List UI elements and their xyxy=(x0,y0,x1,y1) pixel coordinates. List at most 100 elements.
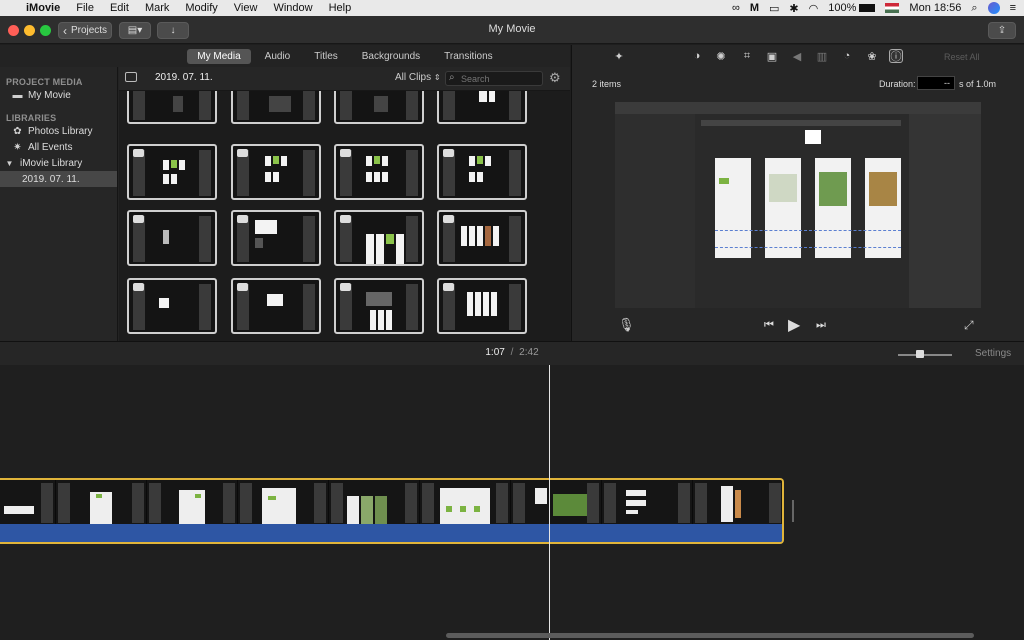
tab-backgrounds[interactable]: Backgrounds xyxy=(352,49,430,64)
menu-mark[interactable]: Mark xyxy=(137,2,177,14)
menu-window[interactable]: Window xyxy=(265,2,320,14)
menu-clock[interactable]: Mon 18:56 xyxy=(909,2,961,14)
skip-forward-icon[interactable]: ⏭ xyxy=(816,319,826,332)
equalizer-icon[interactable]: ▥ xyxy=(815,49,829,63)
battery-status[interactable]: 100% xyxy=(828,2,876,14)
minimize-window-button[interactable] xyxy=(24,25,35,36)
window-toolbar: ‹ Projects ▤▾ ↓ My Movie ⇪ xyxy=(0,16,1024,44)
siri-icon[interactable] xyxy=(987,2,1000,14)
sidebar-item-event-2019-07-11[interactable]: 2019. 07. 11. xyxy=(0,171,117,187)
sidebar-item-label: Photos Library xyxy=(28,125,93,137)
fullscreen-icon[interactable]: ⤢ xyxy=(964,318,974,333)
video-clip[interactable] xyxy=(0,478,784,544)
spotlight-icon[interactable]: ⌕ xyxy=(971,2,977,15)
media-thumbnail[interactable] xyxy=(437,144,527,200)
sidebar-item-all-events[interactable]: ✷ All Events xyxy=(0,139,117,155)
audio-waveform-track[interactable] xyxy=(0,524,782,542)
search-field[interactable]: ⌕ xyxy=(445,71,543,86)
voiceover-mic-icon[interactable]: 🎙 xyxy=(618,317,635,333)
libraries-header: LIBRARIES xyxy=(6,113,57,123)
zoom-window-button[interactable] xyxy=(40,25,51,36)
media-thumbnail[interactable] xyxy=(231,91,321,124)
tab-audio[interactable]: Audio xyxy=(255,49,301,64)
sidebar-item-label: iMovie Library xyxy=(20,157,83,169)
menu-help[interactable]: Help xyxy=(321,2,360,14)
tab-titles[interactable]: Titles xyxy=(304,49,348,64)
filters-icon[interactable]: ❀ xyxy=(865,49,879,63)
notification-center-icon[interactable]: ≡ xyxy=(1010,2,1016,14)
viewer-panel: ✦ ◑ ✺ ⌗ ▣ ◀ ▥ ◔ ❀ ⓘ Reset All 2 items Du… xyxy=(571,45,1024,341)
reset-all-button[interactable]: Reset All xyxy=(944,52,980,62)
menu-modify[interactable]: Modify xyxy=(177,2,225,14)
sidebar-item-my-movie[interactable]: ▬ My Movie xyxy=(0,87,117,103)
media-thumbnail[interactable] xyxy=(334,91,424,124)
settings-gear-icon[interactable]: ⚙ xyxy=(549,70,561,86)
media-import-button[interactable]: ▤▾ xyxy=(119,22,151,39)
magic-wand-icon[interactable]: ✦ xyxy=(612,49,626,63)
bluetooth-icon[interactable]: ✱ xyxy=(789,2,798,15)
media-thumbnail[interactable] xyxy=(231,144,321,200)
playhead[interactable] xyxy=(549,365,550,640)
zoom-slider-knob[interactable] xyxy=(916,350,924,358)
media-thumbnail[interactable] xyxy=(437,210,527,266)
photos-icon: ✿ xyxy=(13,125,22,137)
adjustment-toolbar: ✦ ◑ ✺ ⌗ ▣ ◀ ▥ ◔ ❀ ⓘ Reset All xyxy=(572,45,1024,67)
zoom-slider[interactable] xyxy=(898,350,952,358)
media-thumbnail[interactable] xyxy=(231,278,321,334)
video-preview xyxy=(615,102,981,308)
media-thumbnail[interactable] xyxy=(127,144,217,200)
play-icon[interactable]: ▶ xyxy=(788,315,800,335)
creative-cloud-icon[interactable]: ∞ xyxy=(732,2,740,14)
media-thumbnail[interactable] xyxy=(231,210,321,266)
tab-my-media[interactable]: My Media xyxy=(187,48,251,64)
media-thumbnail[interactable] xyxy=(437,278,527,334)
airplay-icon[interactable]: ▭ xyxy=(769,2,779,15)
star-icon: ✷ xyxy=(13,141,22,153)
media-thumbnail[interactable] xyxy=(334,210,424,266)
sidebar-item-imovie-library[interactable]: ▼ iMovie Library xyxy=(0,155,117,171)
close-window-button[interactable] xyxy=(8,25,19,36)
media-thumbnail[interactable] xyxy=(127,210,217,266)
crop-icon[interactable]: ⌗ xyxy=(740,49,754,63)
sidebar-item-photos-library[interactable]: ✿ Photos Library xyxy=(0,123,117,139)
media-thumbnail[interactable] xyxy=(437,91,527,124)
app-menu[interactable]: iMovie xyxy=(18,2,68,14)
input-source-flag-icon[interactable] xyxy=(885,3,900,13)
libraries-sidebar: PROJECT MEDIA ▬ My Movie LIBRARIES ✿ Pho… xyxy=(0,67,118,341)
clip-frame xyxy=(147,480,238,526)
volume-icon[interactable]: ◀ xyxy=(790,49,804,63)
sidebar-item-label: 2019. 07. 11. xyxy=(22,173,80,185)
disclosure-triangle-icon[interactable]: ▼ xyxy=(4,158,15,169)
clip-frame xyxy=(511,480,602,526)
duration-field[interactable]: -- xyxy=(917,76,955,90)
speed-gauge-icon[interactable]: ◔ xyxy=(840,49,854,63)
color-balance-icon[interactable]: ◑ xyxy=(690,49,704,63)
media-thumbnail[interactable] xyxy=(334,144,424,200)
import-button[interactable]: ↓ xyxy=(157,22,189,39)
media-thumbnail[interactable] xyxy=(127,91,217,124)
search-icon: ⌕ xyxy=(449,72,455,83)
stabilization-camera-icon[interactable]: ▣ xyxy=(765,49,779,63)
color-palette-icon[interactable]: ✺ xyxy=(714,49,728,63)
skip-back-icon[interactable]: ⏮ xyxy=(764,319,774,332)
menu-view[interactable]: View xyxy=(226,2,266,14)
projects-button[interactable]: ‹ Projects xyxy=(58,22,112,39)
media-header: 2019. 07. 11. All Clips ⇕ ⌕ ⚙ xyxy=(119,67,570,91)
share-button[interactable]: ⇪ xyxy=(988,22,1016,39)
clip-filter-select[interactable]: All Clips ⇕ xyxy=(395,72,441,83)
tab-transitions[interactable]: Transitions xyxy=(434,49,503,64)
menu-edit[interactable]: Edit xyxy=(102,2,137,14)
menu-file[interactable]: File xyxy=(68,2,102,14)
pen-tool-icon[interactable]: M xyxy=(750,2,759,14)
media-thumbnail[interactable] xyxy=(127,278,217,334)
timeline-settings-button[interactable]: Settings xyxy=(975,348,1011,359)
clip-end-handle[interactable] xyxy=(792,500,794,522)
clip-info-icon[interactable]: ⓘ xyxy=(889,49,903,63)
wifi-icon[interactable]: ◠ xyxy=(809,2,819,15)
media-thumbnail[interactable] xyxy=(334,278,424,334)
horizontal-scrollbar[interactable] xyxy=(446,633,974,638)
search-input[interactable] xyxy=(461,73,541,85)
clip-frame xyxy=(420,480,511,526)
sidebar-toggle-icon[interactable] xyxy=(125,72,137,82)
duration-suffix: s of 1.0m xyxy=(959,79,997,89)
